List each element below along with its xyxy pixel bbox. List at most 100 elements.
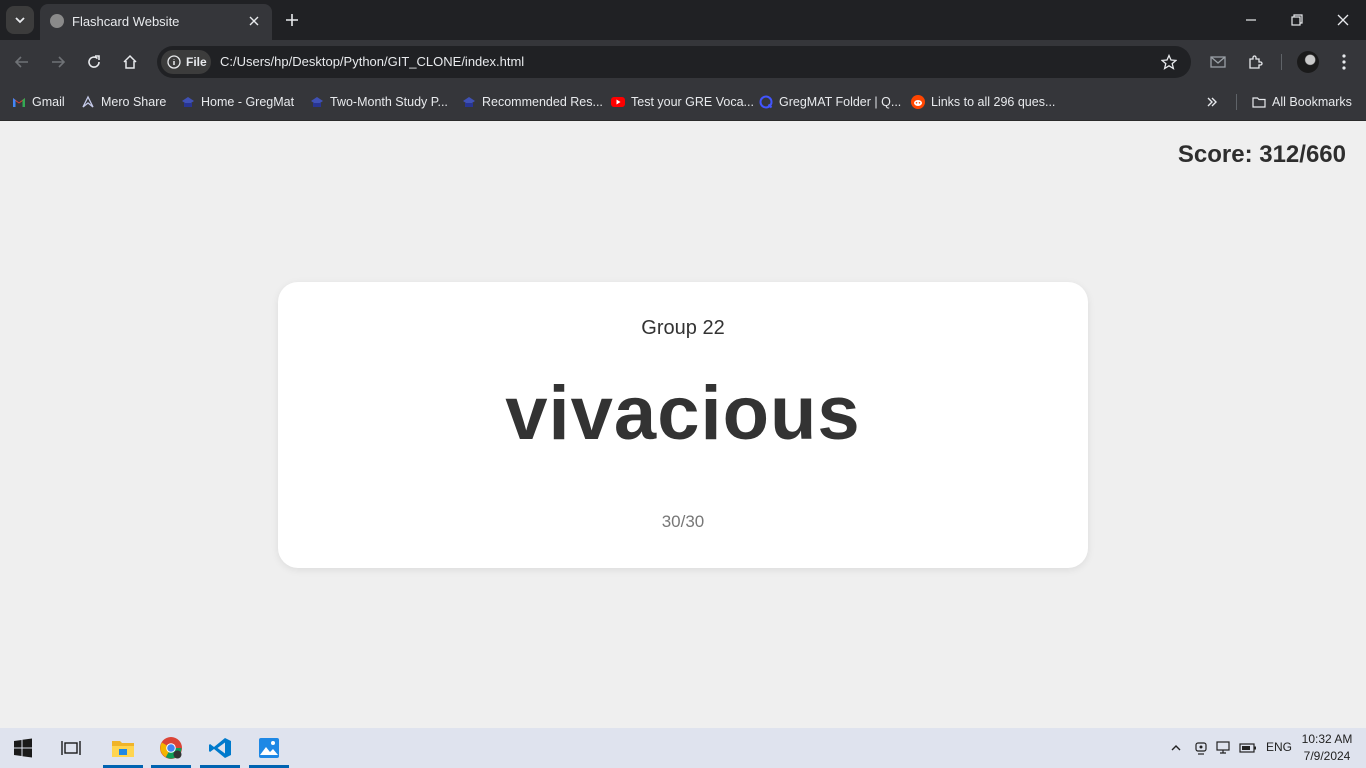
gregmat-icon (182, 97, 194, 107)
bookmark-label: Links to all 296 ques... (931, 95, 1056, 109)
site-info-label: File (186, 55, 207, 69)
flashcard-word: vivacious (505, 371, 861, 456)
network-tray-button[interactable] (1214, 738, 1234, 758)
tab-title: Flashcard Website (72, 14, 180, 29)
tab-close-button[interactable] (244, 11, 264, 31)
bookmark-recommended-res[interactable]: Recommended Res... (462, 92, 603, 112)
bookmark-label: Recommended Res... (482, 95, 603, 109)
meet-now-button[interactable] (1191, 738, 1211, 758)
youtube-icon (611, 97, 625, 107)
chrome-taskbar-button[interactable] (148, 728, 194, 768)
chrome-icon (160, 737, 182, 759)
mail-icon (1210, 56, 1226, 68)
plus-icon (286, 14, 298, 26)
kebab-menu-icon (1342, 54, 1346, 70)
bookmark-two-month-study[interactable]: Two-Month Study P... (310, 92, 448, 112)
site-info-chip[interactable]: File (161, 50, 211, 74)
tab-search-button[interactable] (6, 6, 34, 34)
network-icon (1216, 741, 1230, 754)
photos-icon (259, 738, 279, 758)
bookmark-label: Mero Share (101, 95, 167, 109)
score-display: Score: 312/660 (1177, 141, 1346, 168)
show-hidden-icons-button[interactable] (1166, 738, 1186, 758)
battery-tray-button[interactable] (1238, 738, 1258, 758)
restore-button[interactable] (1285, 8, 1309, 32)
minimize-icon (1246, 19, 1256, 21)
minimize-button[interactable] (1239, 8, 1263, 32)
arrow-right-icon (52, 56, 66, 68)
bookmarks-overflow-button[interactable] (1202, 92, 1222, 112)
windows-taskbar: ENG 10:32 AM 7/9/2024 (0, 728, 1366, 768)
bookmark-label: Home - GregMat (201, 95, 295, 109)
flashcard[interactable]: Group 22 vivacious 30/30 (278, 282, 1088, 568)
file-explorer-button[interactable] (100, 728, 146, 768)
browser-toolbar: File C:/Users/hp/Desktop/Python/GIT_CLON… (0, 40, 1366, 84)
task-view-icon (61, 741, 81, 755)
gregmat-icon (311, 97, 323, 107)
close-icon (1337, 14, 1349, 26)
reload-icon (88, 55, 100, 68)
all-bookmarks-label: All Bookmarks (1272, 95, 1352, 109)
all-bookmarks-button[interactable]: All Bookmarks (1252, 92, 1352, 112)
quizlet-icon (759, 95, 773, 109)
bookmark-star-button[interactable] (1159, 52, 1179, 72)
flashcard-page: Score: 312/660 Group 22 vivacious 30/30 (0, 121, 1366, 728)
group-label: Group 22 (641, 317, 725, 339)
photos-taskbar-button[interactable] (246, 728, 292, 768)
star-icon (1161, 54, 1177, 70)
battery-icon (1239, 743, 1256, 753)
clock-date: 7/9/2024 (1303, 749, 1351, 763)
bookmark-gregmat-folder[interactable]: GregMAT Folder | Q... (759, 92, 901, 112)
bookmark-home-gregmat[interactable]: Home - GregMat (181, 92, 294, 112)
clock-time: 10:32 AM (1301, 732, 1353, 746)
home-icon (123, 54, 137, 69)
bookmark-label: Gmail (32, 95, 65, 109)
new-tab-button[interactable] (280, 8, 304, 32)
close-window-button[interactable] (1331, 8, 1355, 32)
forward-button[interactable] (46, 50, 70, 74)
extensions-button[interactable] (1243, 50, 1267, 74)
reddit-icon (911, 95, 925, 109)
start-button[interactable] (0, 728, 46, 768)
task-view-button[interactable] (48, 728, 94, 768)
bookmarks-divider (1236, 94, 1237, 110)
address-bar[interactable]: File C:/Users/hp/Desktop/Python/GIT_CLON… (157, 46, 1191, 78)
bookmark-mero-share[interactable]: Mero Share (81, 92, 166, 112)
folder-icon (112, 741, 134, 757)
input-language-indicator[interactable]: ENG (1266, 740, 1292, 754)
tab-flashcard-website[interactable]: Flashcard Website (40, 4, 272, 40)
bookmark-test-gre-vocab[interactable]: Test your GRE Voca... (611, 92, 754, 112)
bookmark-label: Two-Month Study P... (330, 95, 448, 109)
back-button[interactable] (10, 50, 34, 74)
card-progress-counter: 30/30 (661, 512, 705, 531)
gregmat-icon (463, 97, 475, 107)
toolbar-divider (1281, 54, 1282, 70)
gmail-icon (13, 98, 25, 107)
home-button[interactable] (118, 50, 142, 74)
bookmarks-bar: Gmail Mero Share Home - GregMat Two-Mont… (0, 84, 1366, 121)
close-icon (249, 16, 259, 26)
bookmark-gmail[interactable]: Gmail (12, 92, 65, 112)
bookmark-label: GregMAT Folder | Q... (779, 95, 902, 109)
reload-button[interactable] (82, 50, 106, 74)
profile-avatar[interactable] (1297, 51, 1319, 73)
globe-icon (50, 14, 64, 28)
restore-icon (1291, 14, 1303, 26)
bookmark-label: Test your GRE Voca... (631, 95, 754, 109)
vscode-taskbar-button[interactable] (197, 728, 243, 768)
bookmark-links-296-questions[interactable]: Links to all 296 ques... (911, 92, 1055, 112)
webcam-icon (1195, 742, 1207, 755)
arrow-left-icon (14, 56, 28, 68)
url-text[interactable]: C:/Users/hp/Desktop/Python/GIT_CLONE/ind… (220, 54, 524, 69)
info-icon (167, 55, 181, 69)
tab-strip: Flashcard Website (0, 0, 1366, 40)
mail-extension-button[interactable] (1206, 50, 1230, 74)
meroshare-icon (82, 95, 94, 108)
windows-logo-icon (14, 738, 32, 758)
double-chevron-right-icon (1207, 97, 1217, 107)
system-clock[interactable]: 10:32 AM 7/9/2024 (1296, 731, 1358, 765)
chevron-up-icon (1171, 745, 1181, 751)
folder-icon (1252, 97, 1266, 108)
chrome-menu-button[interactable] (1332, 50, 1356, 74)
vscode-icon (209, 738, 231, 758)
